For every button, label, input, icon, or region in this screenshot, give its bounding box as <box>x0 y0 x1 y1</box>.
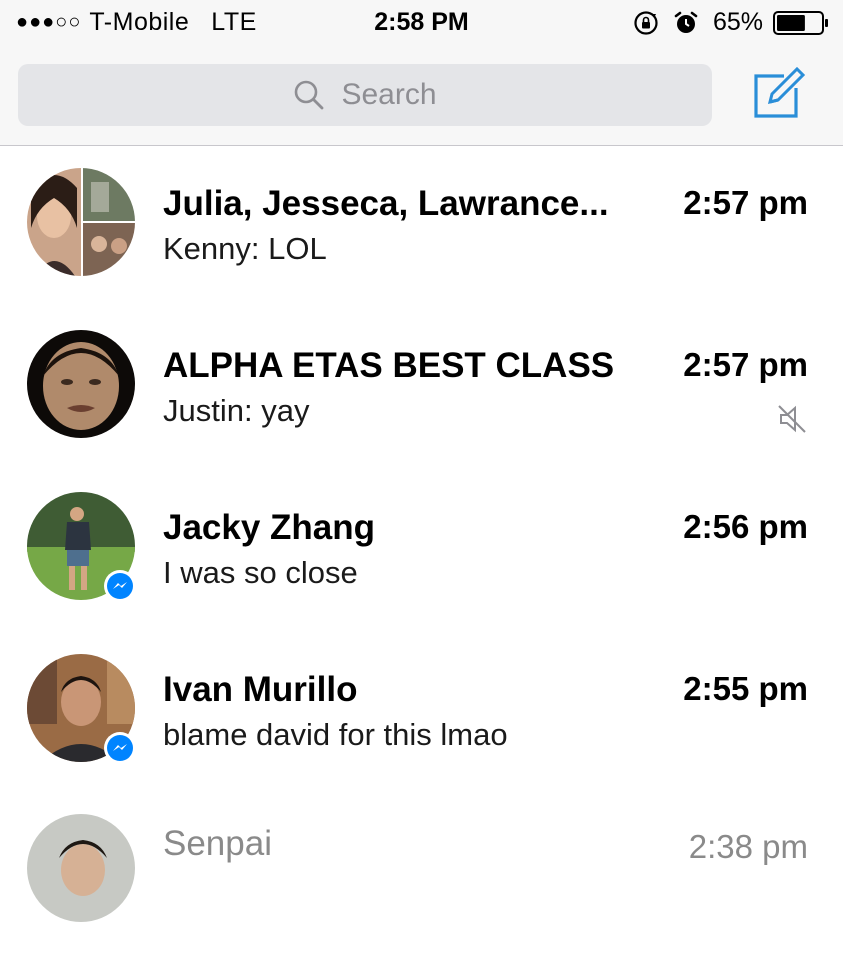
search-input[interactable]: Search <box>18 64 712 126</box>
search-icon <box>295 80 324 110</box>
conversation-snippet: blame david for this lmao <box>163 717 508 752</box>
messenger-badge <box>104 570 136 602</box>
status-bar: ●●●○○ T-Mobile LTE 2:58 PM 65% <box>0 0 843 48</box>
conversation-row[interactable]: Jacky Zhang 2:56 pm I was so close <box>0 470 843 632</box>
messenger-badge <box>104 732 136 764</box>
conversation-row[interactable]: ALPHA ETAS BEST CLASS 2:57 pm Justin: ya… <box>0 308 843 470</box>
compose-icon[interactable] <box>750 64 808 122</box>
user-avatar <box>27 814 135 922</box>
conversation-name: Jacky Zhang <box>163 508 376 547</box>
alarm-icon <box>674 11 698 33</box>
conversation-time: 2:57 pm <box>683 346 808 383</box>
conversation-name: Julia, Jesseca, Lawrance... <box>163 184 609 223</box>
conversation-name: Ivan Murillo <box>163 670 358 709</box>
header: Search <box>0 48 843 146</box>
conversation-snippet: I was so close <box>163 555 358 590</box>
conversation-name: ALPHA ETAS BEST CLASS <box>163 346 615 385</box>
conversation-snippet: Kenny: LOL <box>163 231 327 266</box>
conversation-time: 2:57 pm <box>683 184 808 221</box>
messenger-icon <box>107 735 133 761</box>
conversation-time: 2:56 pm <box>683 508 808 545</box>
mute-icon <box>778 405 806 433</box>
conversation-time: 2:55 pm <box>683 670 808 707</box>
conversation-row[interactable]: Ivan Murillo 2:55 pm blame david for thi… <box>0 632 843 794</box>
conversation-time: 2:38 pm <box>688 828 808 865</box>
messenger-icon <box>107 573 133 599</box>
rotation-lock-icon <box>634 10 658 35</box>
battery-icon <box>773 10 828 35</box>
status-right: 65% <box>633 8 829 37</box>
conversation-name: Senpai <box>163 824 272 863</box>
conversation-row[interactable]: Julia, Jesseca, Lawrance... 2:57 pm Kenn… <box>0 146 843 308</box>
search-placeholder: Search <box>341 78 437 111</box>
group-avatar <box>27 330 135 438</box>
battery-percent: 65% <box>712 8 763 36</box>
conversation-snippet: Justin: yay <box>163 393 310 428</box>
group-avatar <box>27 168 135 276</box>
conversation-row[interactable]: Senpai 2:38 pm <box>0 794 843 956</box>
